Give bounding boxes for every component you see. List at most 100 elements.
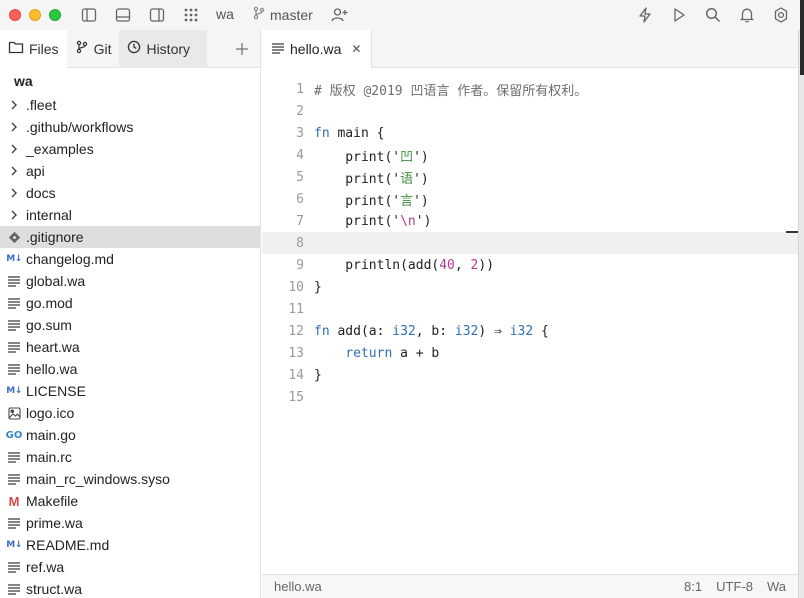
window-edge xyxy=(800,0,804,75)
git-diamond-icon xyxy=(6,229,22,245)
tree-file[interactable]: global.wa xyxy=(0,270,260,292)
line-number: 4 xyxy=(296,147,304,163)
tree-item-label: heart.wa xyxy=(26,339,80,355)
line-number: 7 xyxy=(296,213,304,229)
tree-file[interactable]: go.sum xyxy=(0,314,260,336)
status-right-group: 8:1 UTF-8 Wa xyxy=(684,579,786,594)
tools-grid-icon[interactable] xyxy=(181,5,201,25)
tree-file[interactable]: GO main.go xyxy=(0,424,260,446)
markdown-icon: M↓ xyxy=(6,540,22,550)
editor-scrollbar[interactable] xyxy=(798,30,804,598)
code-text: return a + b xyxy=(314,346,439,361)
run-icon[interactable] xyxy=(669,5,689,25)
tree-file[interactable]: hello.wa xyxy=(0,358,260,380)
tree-item-label: go.sum xyxy=(26,317,72,333)
search-icon[interactable] xyxy=(703,5,723,25)
window-controls xyxy=(9,9,61,21)
tree-item-label: main_rc_windows.syso xyxy=(26,471,170,487)
tree-file[interactable]: M↓ LICENSE xyxy=(0,380,260,402)
string-literal: 言 xyxy=(400,193,414,209)
tree-folder[interactable]: api xyxy=(0,160,260,182)
tree-file[interactable]: prime.wa xyxy=(0,512,260,534)
tab-files[interactable]: Files xyxy=(0,30,67,68)
lightning-icon[interactable] xyxy=(635,5,655,25)
tree-file[interactable]: M↓ changelog.md xyxy=(0,248,260,270)
tree-file[interactable]: main_rc_windows.syso xyxy=(0,468,260,490)
code-line: 10 } xyxy=(262,276,798,298)
code-token: print(' xyxy=(314,149,401,165)
tree-item-label: global.wa xyxy=(26,273,86,289)
code-text: # 版权 @2019 凹语言 作者。保留所有权利。 xyxy=(314,83,588,99)
code-text: } xyxy=(314,279,322,295)
code-text: print('凹') xyxy=(314,146,428,165)
tree-file[interactable]: main.rc xyxy=(0,446,260,468)
keyword: return xyxy=(345,345,393,361)
code-area[interactable]: 1 # 版权 @2019 凹语言 作者。保留所有权利。 2 3 fn main … xyxy=(262,78,798,408)
tree-file[interactable]: ref.wa xyxy=(0,556,260,578)
add-user-icon[interactable] xyxy=(329,5,349,25)
editor-tabs: hello.wa ✕ xyxy=(262,30,798,68)
tab-git[interactable]: Git xyxy=(67,30,120,68)
settings-gear-icon[interactable] xyxy=(771,5,791,25)
tree-file[interactable]: struct.wa xyxy=(0,578,260,598)
cursor-position[interactable]: 8:1 xyxy=(684,579,702,594)
code-token: , b: xyxy=(415,323,455,339)
branch-selector[interactable]: master xyxy=(252,6,313,23)
text-file-icon xyxy=(272,41,284,57)
code-text: fn add(a: i32, b: i32) ⇒ i32 { xyxy=(314,324,549,339)
tree-folder[interactable]: docs xyxy=(0,182,260,204)
type-name: i32 xyxy=(509,323,534,339)
window-maximize-button[interactable] xyxy=(49,9,61,21)
tree-item-label: ref.wa xyxy=(26,559,65,575)
code-line: 3 fn main { xyxy=(262,122,798,144)
tree-file[interactable]: M Makefile xyxy=(0,490,260,512)
code-token: main { xyxy=(329,125,385,141)
text-file-icon xyxy=(6,295,22,311)
tree-file[interactable]: go.mod xyxy=(0,292,260,314)
code-line: 7 print('\n') xyxy=(262,210,798,232)
text-file-icon xyxy=(6,317,22,333)
window-minimize-button[interactable] xyxy=(29,9,41,21)
tree-item-label: changelog.md xyxy=(26,251,114,267)
add-tab-icon[interactable] xyxy=(232,39,252,59)
window-close-button[interactable] xyxy=(9,9,21,21)
code-line: 9 println(add(40, 2)) xyxy=(262,254,798,276)
language-mode[interactable]: Wa xyxy=(767,579,786,594)
string-literal: 凹 xyxy=(400,149,414,165)
chevron-right-icon xyxy=(6,163,22,179)
escape-sequence: \n xyxy=(400,213,416,229)
tree-file[interactable]: heart.wa xyxy=(0,336,260,358)
toggle-right-panel-icon[interactable] xyxy=(147,5,167,25)
chevron-right-icon xyxy=(6,97,22,113)
close-tab-icon[interactable]: ✕ xyxy=(351,42,361,56)
tree-file[interactable]: M↓ README.md xyxy=(0,534,260,556)
tree-folder[interactable]: .fleet xyxy=(0,94,260,116)
tree-folder[interactable]: internal xyxy=(0,204,260,226)
code-line: 12 fn add(a: i32, b: i32) ⇒ i32 { xyxy=(262,320,798,342)
tab-history[interactable]: History xyxy=(119,30,208,68)
status-file-name[interactable]: hello.wa xyxy=(274,579,322,594)
editor-tab-hello-wa[interactable]: hello.wa ✕ xyxy=(262,30,373,68)
line-number: 14 xyxy=(288,367,304,383)
code-text: print('言') xyxy=(314,190,429,209)
tree-item-label: hello.wa xyxy=(26,361,78,377)
tree-folder[interactable]: _examples xyxy=(0,138,260,160)
text-file-icon xyxy=(6,515,22,531)
notifications-bell-icon[interactable] xyxy=(737,5,757,25)
code-token: ') xyxy=(413,193,429,209)
project-name[interactable]: wa xyxy=(216,6,234,22)
chevron-right-icon xyxy=(6,141,22,157)
file-encoding[interactable]: UTF-8 xyxy=(716,579,753,594)
tab-git-label: Git xyxy=(93,40,112,57)
toggle-bottom-panel-icon[interactable] xyxy=(113,5,133,25)
project-root[interactable]: wa xyxy=(0,68,260,94)
toggle-left-panel-icon[interactable] xyxy=(79,5,99,25)
line-number: 9 xyxy=(296,257,304,273)
text-file-icon xyxy=(6,581,22,597)
tree-file[interactable]: logo.ico xyxy=(0,402,260,424)
tree-file[interactable]: .gitignore xyxy=(0,226,260,248)
tree-folder[interactable]: .github/workflows xyxy=(0,116,260,138)
code-token: a + b xyxy=(392,345,440,361)
tree-item-label: struct.wa xyxy=(26,581,83,597)
